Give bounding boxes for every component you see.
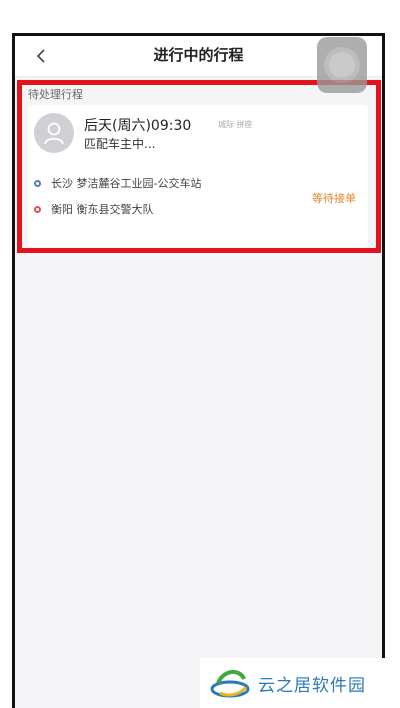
watermark-text: 云之居软件园: [258, 675, 366, 696]
destination-dot-icon: [34, 205, 41, 213]
user-avatar-icon: [34, 113, 74, 153]
trip-type-tag: 城际·拼座: [218, 120, 253, 129]
assistive-touch-icon: [329, 52, 355, 78]
pending-trip-card[interactable]: 待处理行程 后天(周六)09:30 城际·拼座 匹配车主中... 长沙 梦洁麓谷…: [17, 80, 381, 253]
route-origin: 长沙 梦洁麓谷工业园-公交车站: [34, 175, 201, 191]
destination-text: 衡阳 衡东县交警大队: [51, 203, 154, 216]
assistive-touch-button[interactable]: [317, 37, 367, 93]
origin-dot-icon: [34, 179, 41, 187]
origin-text: 长沙 梦洁麓谷工业园-公交车站: [51, 177, 202, 190]
watermark: 云之居软件园: [200, 658, 400, 708]
route-destination: 衡阳 衡东县交警大队: [34, 201, 154, 217]
trip-card-body: 后天(周六)09:30 城际·拼座 匹配车主中... 长沙 梦洁麓谷工业园-公交…: [28, 105, 368, 247]
phone-screen: 进行中的行程 待处理行程 后天(周六)09:30 城际·拼座 匹配车主中... …: [12, 33, 385, 708]
trip-status: 匹配车主中...: [84, 137, 156, 151]
waiting-status: 等待接单: [312, 192, 356, 205]
section-label-pending: 待处理行程: [28, 88, 83, 101]
yunzhiju-logo-icon: [210, 670, 250, 698]
trip-time: 后天(周六)09:30: [84, 118, 192, 134]
